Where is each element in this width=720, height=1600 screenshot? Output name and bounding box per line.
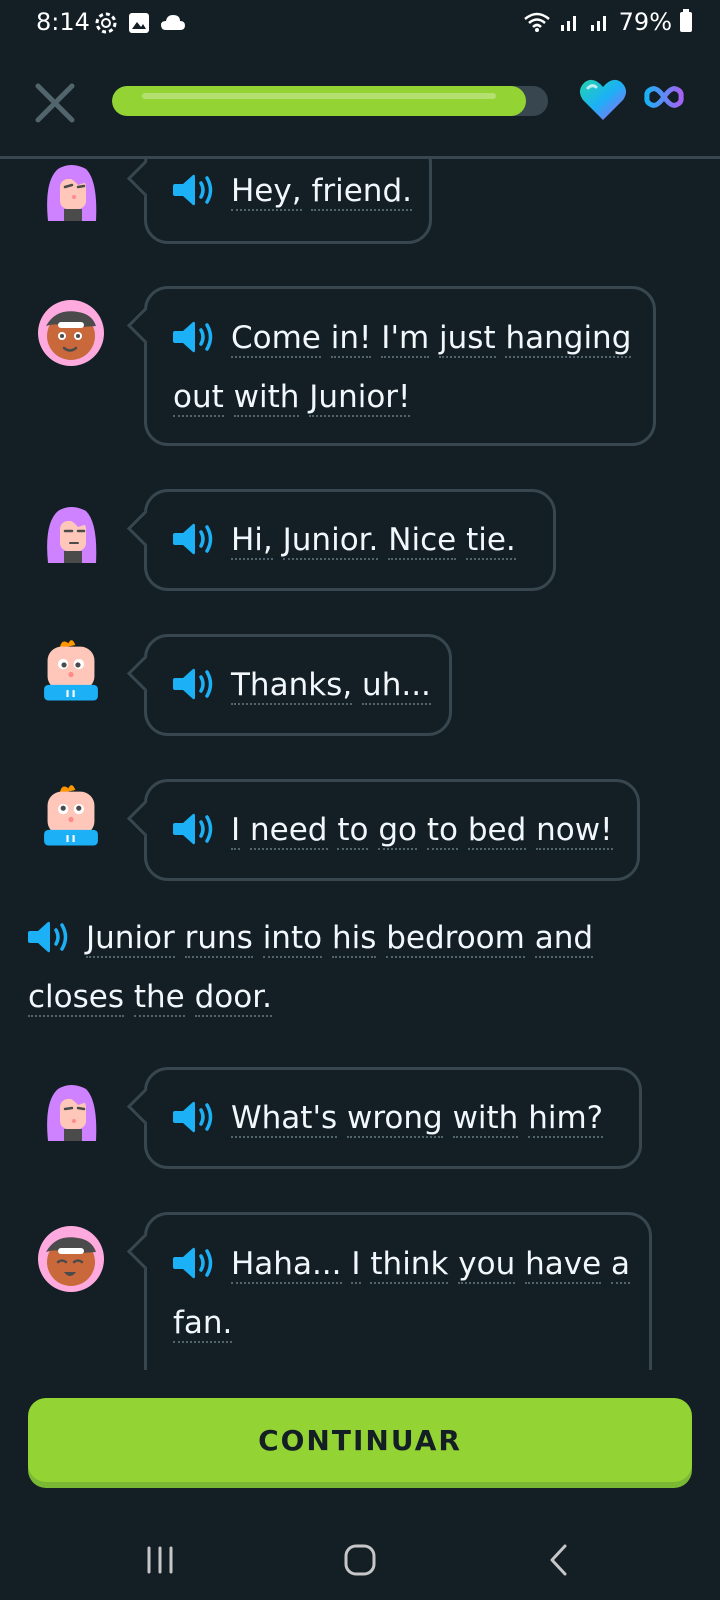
word-token[interactable]: I [231, 812, 241, 850]
word-token[interactable]: Thanks, [231, 667, 353, 705]
speaker-icon[interactable] [173, 666, 215, 702]
narration-text: Junior runs into his bedroom and closes … [28, 909, 688, 1027]
recent-apps-icon [147, 1546, 173, 1574]
word-token[interactable]: go [378, 812, 417, 850]
speaker-icon[interactable] [173, 319, 215, 355]
speaker-icon[interactable] [173, 1245, 215, 1281]
word-token[interactable]: hanging [505, 320, 632, 358]
system-nav-bar [0, 1522, 720, 1600]
word-token[interactable]: friend. [311, 173, 412, 211]
message-bubble: What's wrong with him? [144, 1067, 642, 1169]
purple-hair-avatar-icon [47, 165, 97, 221]
word-token[interactable]: have [525, 1246, 602, 1284]
close-button[interactable] [30, 78, 80, 128]
battery-icon [680, 9, 692, 32]
progress-fill [112, 86, 527, 116]
word-token[interactable]: Haha... [231, 1246, 342, 1284]
word-token[interactable]: bed [467, 812, 527, 850]
word-token[interactable]: out [173, 379, 224, 417]
close-icon [35, 83, 75, 123]
message-bubble: Hi, Junior. Nice tie. [144, 489, 556, 591]
gallery-icon [129, 13, 149, 33]
word-token[interactable]: runs [184, 920, 253, 958]
junior-avatar-icon [44, 640, 98, 701]
speaker-icon[interactable] [173, 1099, 215, 1135]
word-token[interactable]: need [250, 812, 328, 850]
signal-icon [560, 16, 576, 31]
word-token[interactable]: fan. [173, 1305, 233, 1343]
pink-avatar-icon [38, 300, 104, 366]
lesson-progress-bar [112, 86, 548, 116]
word-token[interactable]: closes [28, 979, 124, 1017]
word-token[interactable]: Junior [86, 920, 175, 958]
message-bubble: Haha... I think you have a fan. [144, 1212, 652, 1370]
word-token[interactable]: the [133, 979, 185, 1017]
back-button[interactable] [540, 1540, 580, 1583]
home-icon [344, 1544, 376, 1576]
lesson-header [0, 60, 720, 156]
word-token[interactable]: Junior! [309, 379, 411, 417]
pink-avatar-icon [38, 1226, 104, 1292]
speaker-icon[interactable] [28, 919, 70, 955]
continue-button[interactable]: CONTINUAR [28, 1398, 692, 1482]
story-transcript: Hey, friend. Come in! I'm just hanging o… [0, 159, 720, 1370]
junior-avatar-icon [44, 785, 98, 846]
message-bubble: I need to go to bed now! [144, 779, 640, 881]
settings-gear-icon [95, 12, 117, 34]
word-token[interactable]: Hey, [231, 173, 302, 211]
word-token[interactable]: in! [330, 320, 372, 358]
word-token[interactable]: What's [231, 1100, 338, 1138]
speaker-icon[interactable] [173, 521, 215, 557]
word-token[interactable]: wrong [346, 1100, 443, 1138]
word-token[interactable]: uh... [362, 667, 431, 705]
word-token[interactable]: I'm [381, 320, 430, 358]
word-token[interactable]: into [262, 920, 323, 958]
word-token[interactable]: just [439, 320, 496, 358]
message-bubble: Hey, friend. [144, 159, 432, 244]
word-token[interactable]: Junior. [282, 522, 379, 560]
signal-icon-2 [590, 16, 606, 31]
status-time: 8:14 [36, 8, 90, 36]
word-token[interactable]: you [458, 1246, 516, 1284]
word-token[interactable]: Nice [388, 522, 457, 560]
recent-apps-button[interactable] [140, 1540, 180, 1583]
word-token[interactable]: bedroom [386, 920, 525, 958]
word-token[interactable]: now! [536, 812, 613, 850]
word-token[interactable]: to [337, 812, 369, 850]
message-bubble: Come in! I'm just hanging out with Junio… [144, 286, 656, 446]
purple-hair-avatar-icon [47, 507, 97, 563]
word-token[interactable]: with [233, 379, 300, 417]
status-bar: 8:14 79% [0, 0, 720, 46]
heart-icon[interactable] [578, 78, 628, 122]
purple-hair-avatar-icon [47, 1085, 97, 1141]
word-token[interactable]: to [426, 812, 458, 850]
word-token[interactable]: tie. [466, 522, 516, 560]
word-token[interactable]: and [534, 920, 594, 958]
back-icon [550, 1544, 567, 1576]
word-token[interactable]: door. [194, 979, 272, 1017]
home-button[interactable] [340, 1540, 380, 1583]
infinity-icon [644, 86, 684, 108]
word-token[interactable]: Come [231, 320, 321, 358]
message-bubble: Thanks, uh... [144, 634, 452, 736]
wifi-icon [523, 12, 550, 32]
word-token[interactable]: with [452, 1100, 519, 1138]
word-token[interactable]: Hi, [231, 522, 273, 560]
word-token[interactable]: a [611, 1246, 631, 1284]
battery-percent: 79% [618, 8, 672, 36]
word-token[interactable]: think [370, 1246, 449, 1284]
word-token[interactable]: his [331, 920, 377, 958]
cloud-icon [161, 15, 185, 30]
word-token[interactable]: I [351, 1246, 361, 1284]
speaker-icon[interactable] [173, 811, 215, 847]
speaker-icon[interactable] [173, 172, 215, 208]
word-token[interactable]: him? [528, 1100, 604, 1138]
